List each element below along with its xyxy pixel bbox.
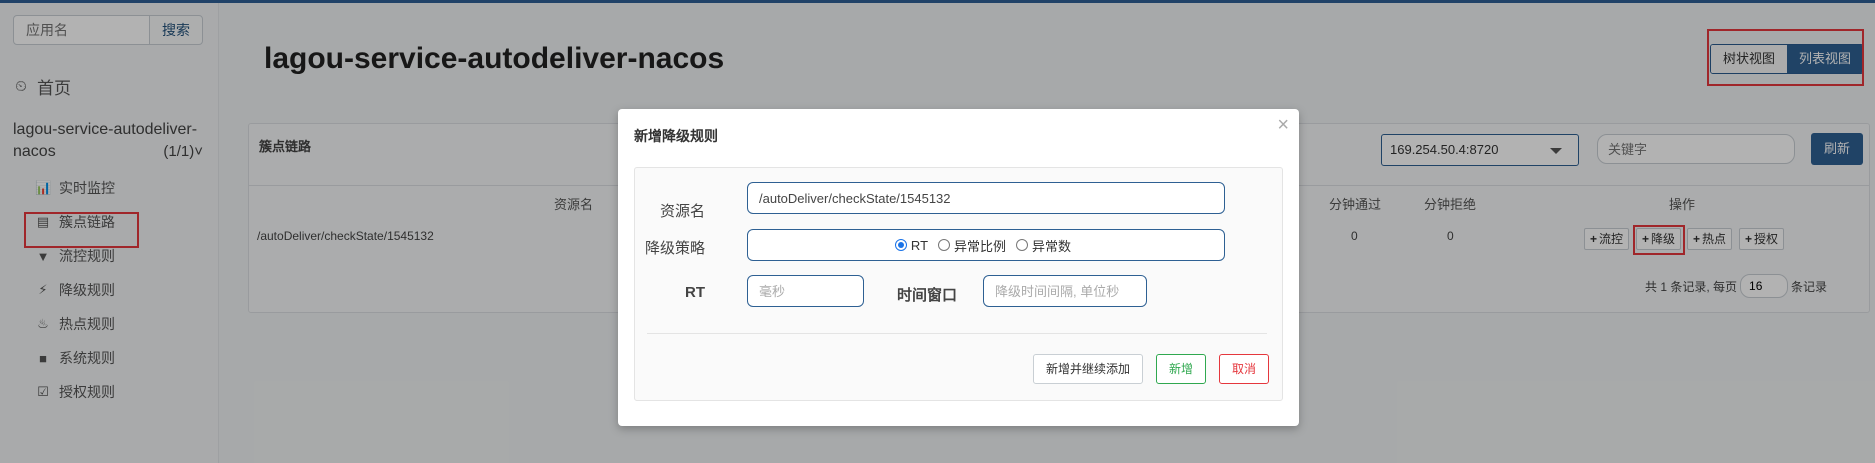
add-degrade-rule-dialog: 新增降级规则 × 资源名 降级策略 RT 异常比例 异常数 RT 时间窗口 新增… [618,109,1299,426]
resource-label: 资源名 [659,203,705,220]
dialog-form: 资源名 降级策略 RT 异常比例 异常数 RT 时间窗口 新增并继续添加 新增 … [634,167,1283,401]
time-window-label: 时间窗口 [896,287,957,304]
cancel-button[interactable]: 取消 [1219,354,1269,384]
radio-icon [1016,239,1029,251]
add-and-continue-button[interactable]: 新增并继续添加 [1033,354,1143,384]
divider [647,333,1267,334]
strategy-exception-count-label: 异常数 [1032,238,1072,254]
strategy-exception-ratio-radio[interactable]: 异常比例 [938,236,1006,255]
rt-input[interactable] [747,275,864,307]
close-icon[interactable]: × [1277,114,1289,137]
strategy-rt-radio[interactable]: RT [894,237,929,253]
add-button[interactable]: 新增 [1156,354,1206,384]
strategy-exception-ratio-label: 异常比例 [954,238,1007,254]
strategy-radio-group: RT 异常比例 异常数 [747,229,1225,261]
strategy-label: 降级策略 [644,240,705,257]
time-window-input[interactable] [983,275,1147,307]
strategy-exception-count-radio[interactable]: 异常数 [1016,236,1071,255]
strategy-rt-label: RT [910,237,929,253]
dialog-title: 新增降级规则 [634,128,718,144]
radio-icon [938,239,951,251]
radio-checked-icon [894,239,907,251]
resource-input[interactable] [747,182,1225,214]
rt-label: RT [685,284,705,301]
